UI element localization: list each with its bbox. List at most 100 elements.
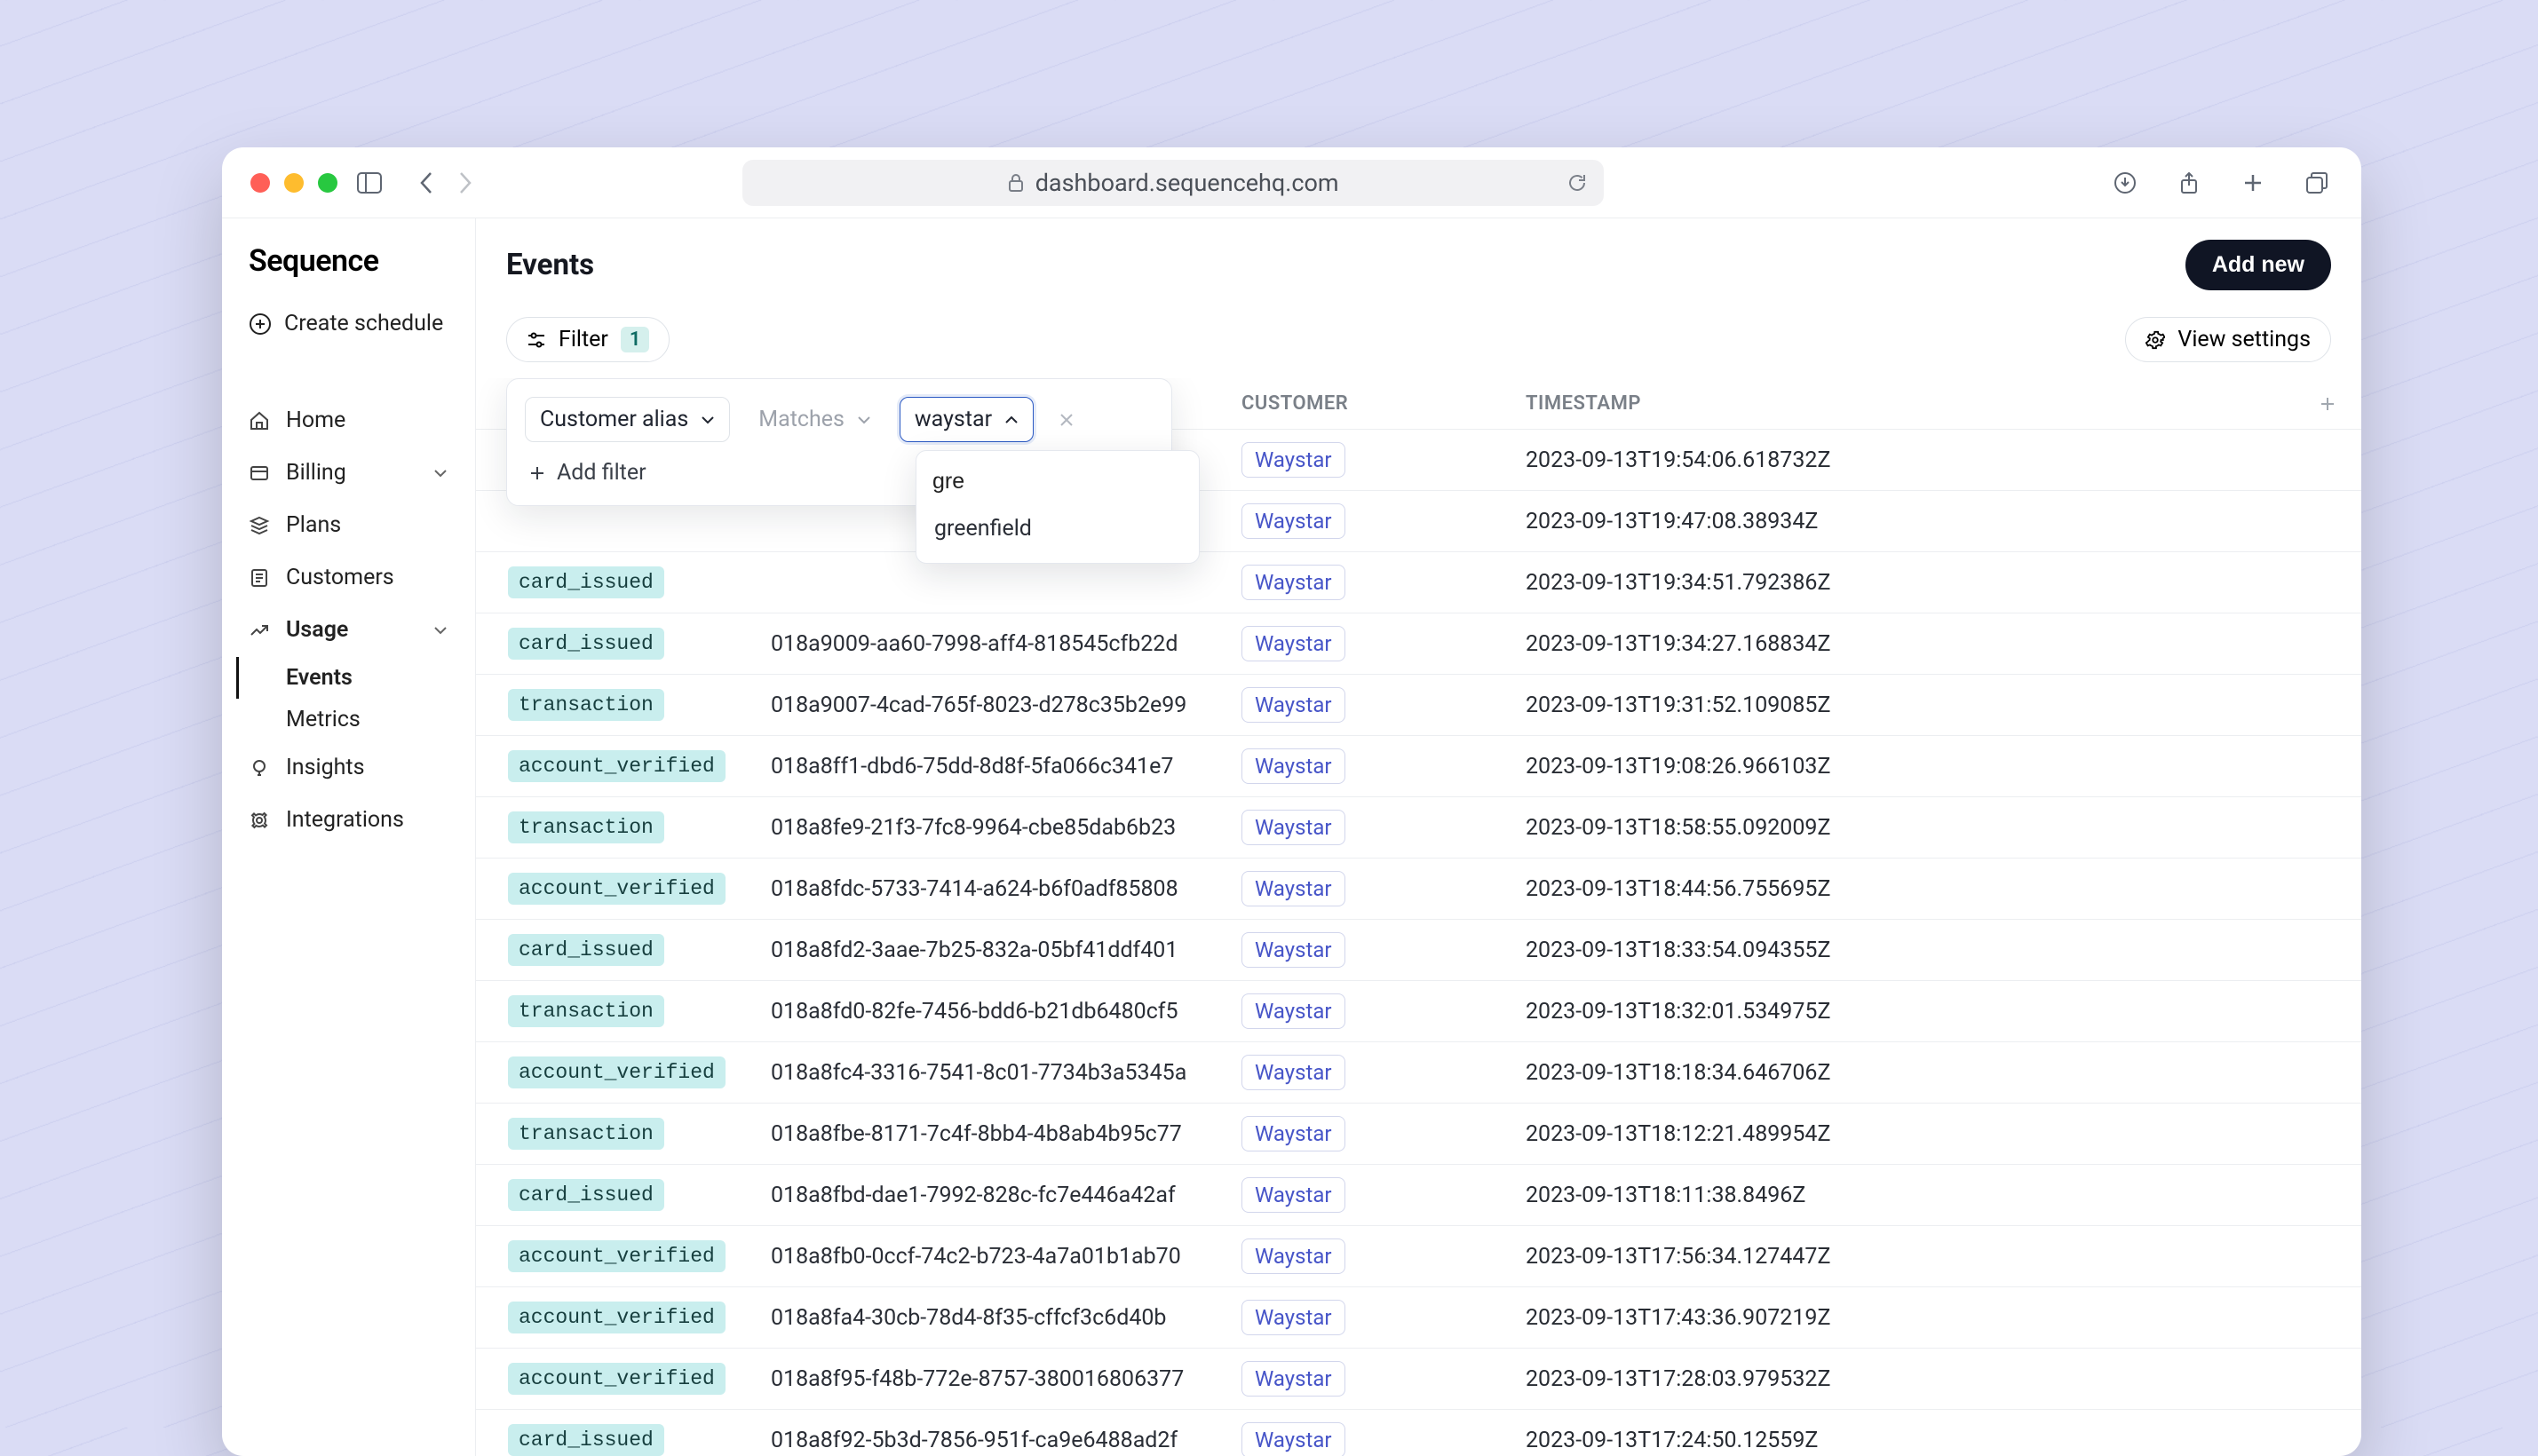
url-text: dashboard.sequencehq.com [1035, 169, 1339, 197]
url-bar[interactable]: dashboard.sequencehq.com [742, 160, 1604, 206]
customer-pill[interactable]: Waystar [1241, 993, 1345, 1029]
table-row[interactable]: card_issued Waystar 2023-09-13T19:34:51.79… [476, 552, 2361, 613]
sidebar-sub-metrics[interactable]: Metrics [236, 699, 475, 740]
table-row[interactable]: transaction018a9007-4cad-765f-8023-d278c… [476, 675, 2361, 736]
dropdown-search-input[interactable] [932, 469, 1183, 495]
sidebar-item-integrations[interactable]: Integrations [222, 795, 475, 845]
customer-pill[interactable]: Waystar [1241, 1177, 1345, 1213]
column-header-timestamp[interactable]: TIMESTAMP [1506, 378, 2299, 430]
table-row[interactable]: account_verified018a8fb0-0ccf-74c2-b723-… [476, 1226, 2361, 1287]
filter-button[interactable]: Filter 1 [506, 317, 670, 362]
sidebar-item-customers[interactable]: Customers [222, 552, 475, 603]
page-title: Events [506, 248, 594, 282]
sidebar-item-label: Integrations [286, 807, 404, 833]
chevron-down-icon [432, 468, 448, 479]
dropdown-option[interactable]: greenfield [916, 503, 1199, 554]
customer-pill[interactable]: Waystar [1241, 687, 1345, 723]
customer-pill[interactable]: Waystar [1241, 810, 1345, 845]
filter-count-badge: 1 [621, 327, 650, 352]
customer-pill[interactable]: Waystar [1241, 1055, 1345, 1090]
table-row[interactable]: card_issued 018a9009-aa60-7998-aff4-81854… [476, 613, 2361, 675]
view-settings-label: View settings [2177, 327, 2311, 352]
brand-logo: Sequence [222, 243, 475, 300]
maximize-window[interactable] [318, 173, 337, 193]
sidebar-toggle-icon[interactable] [353, 167, 385, 199]
event-id: 018a9009-aa60-7998-aff4-818545cfb22d [771, 631, 1178, 657]
reload-icon[interactable] [1566, 172, 1588, 194]
event-type-pill: card_issued [508, 628, 664, 660]
sidebar-item-insights[interactable]: Insights [222, 742, 475, 793]
sidebar-sub-events[interactable]: Events [236, 657, 475, 699]
customer-pill[interactable]: Waystar [1241, 932, 1345, 968]
event-id: 018a8fd2-3aae-7b25-832a-05bf41ddf401 [771, 938, 1178, 963]
table-row[interactable]: card_issued 018a8fd2-3aae-7b25-832a-05bf4… [476, 920, 2361, 981]
filter-attribute-select[interactable]: Customer alias [525, 397, 730, 442]
sliders-icon [527, 331, 546, 349]
main-content: Events Add new Filter 1 View settings [476, 218, 2361, 1456]
event-type-pill: card_issued [508, 566, 664, 598]
event-type-pill: transaction [508, 811, 664, 843]
event-type-pill: account_verified [508, 1363, 726, 1395]
customer-pill[interactable]: Waystar [1241, 1300, 1345, 1335]
customer-pill[interactable]: Waystar [1241, 1238, 1345, 1274]
event-type-pill: transaction [508, 995, 664, 1027]
nav-back-icon[interactable] [410, 167, 442, 199]
filter-operator-select[interactable]: Matches [744, 398, 885, 441]
table-row[interactable]: card_issued018a8fbd-dae1-7992-828c-fc7e4… [476, 1165, 2361, 1226]
table-row[interactable]: transaction018a8fd0-82fe-7456-bdd6-b21db… [476, 981, 2361, 1042]
event-id: 018a8f95-f48b-772e-8757-380016806377 [771, 1366, 1184, 1392]
integrations-icon [249, 810, 270, 831]
customer-pill[interactable]: Waystar [1241, 626, 1345, 661]
event-id: 018a8fbe-8171-7c4f-8bb4-4b8ab4b95c77 [771, 1121, 1182, 1147]
customer-pill[interactable]: Waystar [1241, 503, 1345, 539]
sidebar-item-home[interactable]: Home [222, 395, 475, 446]
sidebar-item-label: Customers [286, 565, 394, 590]
titlebar: dashboard.sequencehq.com [222, 147, 2361, 218]
create-schedule-button[interactable]: Create schedule [222, 300, 475, 360]
table-row[interactable]: card_issued018a8f92-5b3d-7856-951f-ca9e6… [476, 1410, 2361, 1456]
customer-pill[interactable]: Waystar [1241, 1361, 1345, 1397]
event-timestamp: 2023-09-13T17:43:36.907219Z [1506, 1287, 2299, 1349]
event-id: 018a8fa4-30cb-78d4-8f35-cffcf3c6d40b [771, 1305, 1166, 1331]
event-timestamp: 2023-09-13T19:34:51.792386Z [1506, 552, 2299, 613]
share-icon[interactable] [2173, 167, 2205, 199]
customer-pill[interactable]: Waystar [1241, 748, 1345, 784]
customer-pill[interactable]: Waystar [1241, 871, 1345, 906]
nav-forward-icon[interactable] [449, 167, 481, 199]
event-timestamp: 2023-09-13T19:47:08.38934Z [1506, 491, 2299, 552]
view-settings-button[interactable]: View settings [2125, 317, 2331, 362]
event-id: 018a8f92-5b3d-7856-951f-ca9e6488ad2f [771, 1428, 1178, 1453]
filter-value-select[interactable]: waystar [900, 397, 1034, 442]
remove-filter-icon[interactable] [1051, 405, 1082, 435]
table-row[interactable]: transaction 018a8fe9-21f3-7fc8-9964-cbe85… [476, 797, 2361, 859]
lock-icon [1007, 172, 1025, 194]
event-id: 018a8fdc-5733-7414-a624-b6f0adf85808 [771, 876, 1178, 902]
table-row[interactable]: account_verified018a8fdc-5733-7414-a624-… [476, 859, 2361, 920]
event-timestamp: 2023-09-13T19:34:27.168834Z [1506, 613, 2299, 675]
table-row[interactable]: account_verified018a8fc4-3316-7541-8c01-… [476, 1042, 2361, 1104]
event-id: 018a8fe9-21f3-7fc8-9964-cbe85dab6b23 [771, 815, 1176, 841]
minimize-window[interactable] [284, 173, 304, 193]
table-row[interactable]: account_verified 018a8f95-f48b-772e-8757-… [476, 1349, 2361, 1410]
new-tab-icon[interactable] [2237, 167, 2269, 199]
add-new-button[interactable]: Add new [2185, 240, 2331, 290]
event-id: 018a8ff1-dbd6-75dd-8d8f-5fa066c341e7 [771, 754, 1173, 779]
table-row[interactable]: account_verified018a8ff1-dbd6-75dd-8d8f-… [476, 736, 2361, 797]
event-timestamp: 2023-09-13T18:44:56.755695Z [1506, 859, 2299, 920]
sidebar-item-billing[interactable]: Billing [222, 447, 475, 498]
table-row[interactable]: account_verified 018a8fa4-30cb-78d4-8f35-… [476, 1287, 2361, 1349]
close-window[interactable] [250, 173, 270, 193]
column-header-customer[interactable]: CUSTOMER [1222, 378, 1506, 430]
sidebar-item-plans[interactable]: Plans [222, 500, 475, 550]
add-column-button[interactable] [2299, 378, 2361, 430]
customer-pill[interactable]: Waystar [1241, 1116, 1345, 1151]
sidebar-item-usage[interactable]: Usage [222, 605, 475, 655]
tabs-icon[interactable] [2301, 167, 2333, 199]
table-row[interactable]: transaction018a8fbe-8171-7c4f-8bb4-4b8ab… [476, 1104, 2361, 1165]
customer-pill[interactable]: Waystar [1241, 565, 1345, 600]
event-type-pill: card_issued [508, 934, 664, 966]
event-type-pill: account_verified [508, 1302, 726, 1333]
customer-pill[interactable]: Waystar [1241, 442, 1345, 478]
event-id: 018a9007-4cad-765f-8023-d278c35b2e99 [771, 692, 1186, 718]
download-icon[interactable] [2109, 167, 2141, 199]
